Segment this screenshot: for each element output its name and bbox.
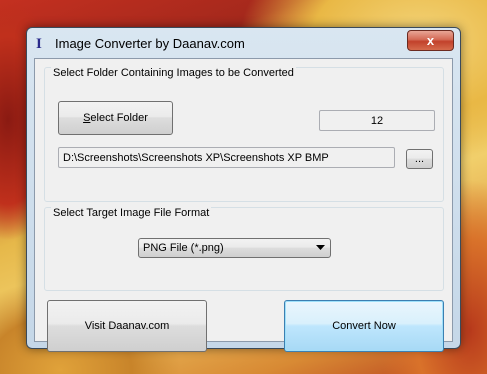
image-count-value: 12 <box>370 114 384 127</box>
app-window: I Image Converter by Daanav.com x Select… <box>26 27 461 352</box>
browse-button[interactable]: ... <box>406 149 433 169</box>
source-folder-group: Select Folder Containing Images to be Co… <box>44 67 444 202</box>
format-select-value: PNG File (*.png) <box>143 242 224 254</box>
folder-path-value: D:\Screenshots\Screenshots XP\Screenshot… <box>63 151 329 164</box>
image-count-field: 12 <box>319 110 435 131</box>
convert-now-label: Convert Now <box>332 320 396 332</box>
format-select[interactable]: PNG File (*.png) <box>138 238 331 258</box>
visit-website-button[interactable]: Visit Daanav.com <box>47 300 207 352</box>
browse-label: ... <box>414 153 425 165</box>
title-bar[interactable]: I Image Converter by Daanav.com x <box>27 28 460 58</box>
close-icon: x <box>426 33 435 48</box>
window-title: Image Converter by Daanav.com <box>55 36 245 51</box>
chevron-down-icon <box>316 245 325 250</box>
target-format-group-label: Select Target Image File Format <box>51 207 212 219</box>
select-folder-access-key: S <box>83 112 91 124</box>
target-format-group: Select Target Image File Format PNG File… <box>44 207 444 291</box>
client-area: Select Folder Containing Images to be Co… <box>34 58 453 352</box>
source-folder-group-label: Select Folder Containing Images to be Co… <box>51 67 296 79</box>
app-icon: I <box>36 36 42 52</box>
visit-website-label: Visit Daanav.com <box>84 320 170 332</box>
select-folder-button[interactable]: Select Folder <box>58 101 173 135</box>
convert-now-button[interactable]: Convert Now <box>284 300 444 352</box>
folder-path-field[interactable]: D:\Screenshots\Screenshots XP\Screenshot… <box>58 147 395 168</box>
select-folder-label: elect Folder <box>90 112 148 124</box>
close-button[interactable]: x <box>407 30 454 51</box>
